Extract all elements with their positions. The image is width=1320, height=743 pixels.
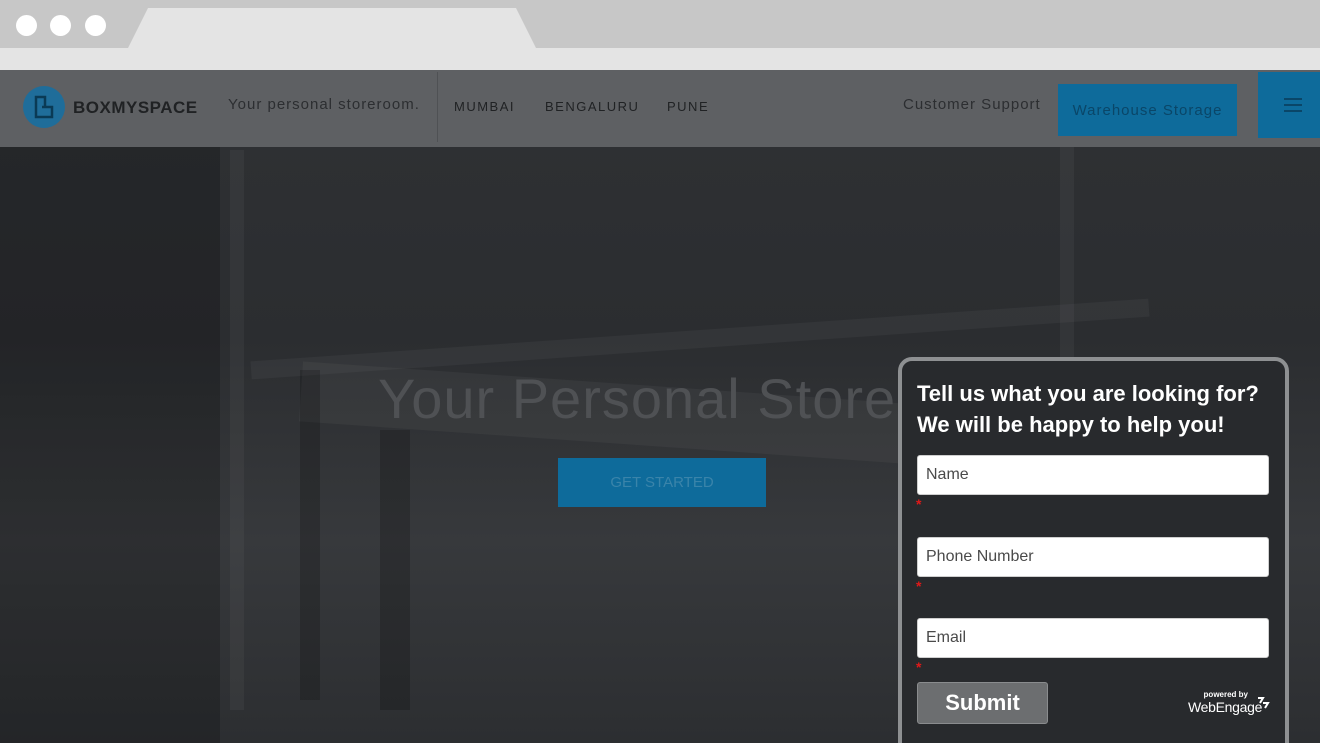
name-required-marker: * [916, 496, 922, 512]
popup-title: Tell us what you are looking for? We wil… [917, 378, 1277, 440]
nav-link-pune[interactable]: PUNE [667, 99, 709, 114]
brand-logo-icon[interactable] [23, 86, 65, 128]
customer-support-link[interactable]: Customer Support [903, 96, 1041, 113]
window-minimize-button[interactable] [50, 15, 71, 36]
brand-name[interactable]: BOXMYSPACE [73, 98, 198, 118]
popup-title-line2: We will be happy to help you! [917, 412, 1225, 437]
browser-tab[interactable] [128, 8, 536, 48]
submit-button[interactable]: Submit [917, 682, 1048, 724]
nav-link-bengaluru[interactable]: BENGALURU [545, 99, 639, 114]
email-input[interactable] [917, 618, 1269, 658]
nav-link-mumbai[interactable]: MUMBAI [454, 99, 515, 114]
hero-title: Your Personal Storero [378, 367, 948, 430]
window-maximize-button[interactable] [85, 15, 106, 36]
email-required-marker: * [916, 659, 922, 675]
powered-by-webengage[interactable]: powered by WebEngage [1186, 690, 1272, 718]
warehouse-storage-button[interactable]: Warehouse Storage [1058, 84, 1237, 136]
popup-title-line1: Tell us what you are looking for? [917, 381, 1259, 406]
get-started-button[interactable]: GET STARTED [558, 458, 766, 507]
name-input[interactable] [917, 455, 1269, 495]
menu-button[interactable] [1258, 72, 1320, 138]
powered-by-brand: WebEngage [1188, 699, 1263, 715]
browser-toolbar [0, 48, 1320, 70]
webengage-logo-icon [1258, 697, 1270, 709]
window-close-button[interactable] [16, 15, 37, 36]
phone-required-marker: * [916, 578, 922, 594]
phone-input[interactable] [917, 537, 1269, 577]
nav-divider [437, 72, 438, 142]
hamburger-icon [1284, 98, 1302, 100]
brand-tagline: Your personal storeroom. [228, 96, 420, 113]
powered-by-label: powered by [1203, 690, 1248, 699]
